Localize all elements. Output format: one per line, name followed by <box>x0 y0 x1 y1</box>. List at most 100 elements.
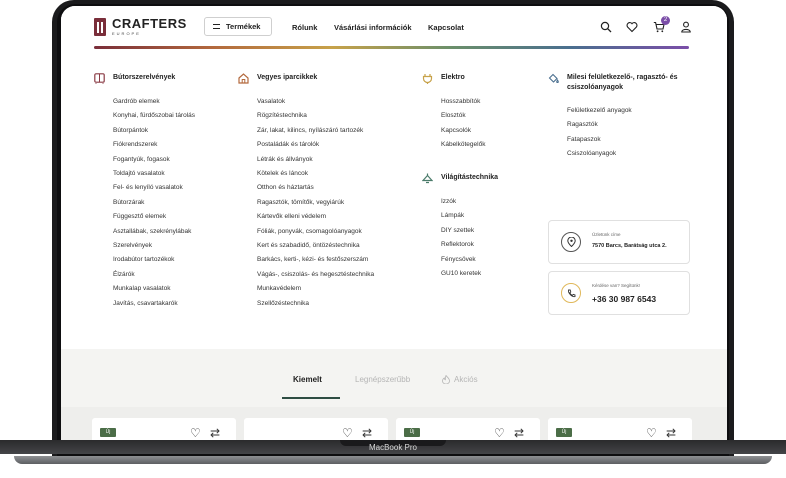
menu-item[interactable]: Fogantyúk, fogasok <box>113 153 195 167</box>
product-card[interactable]: Új ♡ ⇄ <box>548 418 692 440</box>
menu-heading[interactable]: Világítástechnika <box>422 173 498 184</box>
menu-item[interactable]: Postaládák és tárolók <box>257 138 374 152</box>
heart-icon[interactable]: ♡ <box>190 426 201 440</box>
phone-card[interactable]: Kérdése van? Segítünk! +36 30 987 6543 <box>548 271 690 315</box>
menu-icon <box>213 24 220 29</box>
menu-item[interactable]: Hosszabbítók <box>441 95 485 109</box>
menu-item[interactable]: Gardrób elemek <box>113 95 195 109</box>
menu-item[interactable]: Ragasztók, tömítők, vegyiárúk <box>257 196 374 210</box>
nav-shopping-info[interactable]: Vásárlási információk <box>334 23 412 32</box>
cabinet-icon <box>94 73 105 84</box>
menu-item[interactable]: Csiszolóanyagok <box>567 147 708 161</box>
tab-popular[interactable]: Legnépszerűbb <box>355 375 410 384</box>
heart-icon[interactable]: ♡ <box>494 426 505 440</box>
menu-heading-label: Milesi felületkezelő-, ragasztó- és csis… <box>567 74 678 91</box>
menu-item[interactable]: Vasalatok <box>257 95 374 109</box>
compare-icon[interactable]: ⇄ <box>362 426 372 440</box>
menu-item[interactable]: Munkavédelem <box>257 282 374 296</box>
laptop-frame: CRAFTERS EUROPE Termékek Rólunk Vásárlás… <box>0 0 786 478</box>
heart-icon[interactable] <box>626 21 638 33</box>
menu-item[interactable]: Asztallábak, szekrénylábak <box>113 225 195 239</box>
new-badge: Új <box>556 428 572 437</box>
screen: CRAFTERS EUROPE Termékek Rólunk Vásárlás… <box>61 6 727 440</box>
menu-heading[interactable]: Bútorszerelvények <box>94 73 195 84</box>
product-tabs: Kiemelt Legnépszerűbb Akciós <box>61 349 727 407</box>
tab-featured[interactable]: Kiemelt <box>293 375 322 384</box>
compare-icon[interactable]: ⇄ <box>666 426 676 440</box>
menu-item[interactable]: Ragasztók <box>567 118 708 132</box>
menu-item[interactable]: Függesztő elemek <box>113 210 195 224</box>
menu-item[interactable]: Zár, lakat, kilincs, nyílászáró tartozék <box>257 124 374 138</box>
menu-item[interactable]: Bútorzárak <box>113 196 195 210</box>
nav-contact[interactable]: Kapcsolat <box>428 23 464 32</box>
menu-item[interactable]: Elosztók <box>441 109 485 123</box>
menu-item[interactable]: Izzók <box>441 195 498 209</box>
active-tab-indicator <box>282 397 340 399</box>
product-card[interactable]: Új ♡ ⇄ <box>396 418 540 440</box>
menu-item[interactable]: Barkács, kerti-, kézi- és festőszerszám <box>257 253 374 267</box>
menu-item[interactable]: Konyhai, fürdőszobai tárolás <box>113 109 195 123</box>
menu-item[interactable]: Rögzítéstechnika <box>257 109 374 123</box>
menu-heading[interactable]: Vegyes iparcikkek <box>238 73 374 84</box>
compare-icon[interactable]: ⇄ <box>514 426 524 440</box>
location-pin-icon <box>561 232 581 252</box>
menu-item[interactable]: Otthon és háztartás <box>257 181 374 195</box>
menu-column-milesi: Milesi felületkezelő-, ragasztó- és csis… <box>548 73 708 162</box>
menu-item[interactable]: Javítás, csavartakarók <box>113 297 195 311</box>
menu-item[interactable]: Kapcsolók <box>441 124 485 138</box>
menu-item[interactable]: Fénycsövek <box>441 253 498 267</box>
menu-item[interactable]: Vágás-, csiszolás- és hegesztéstechnika <box>257 268 374 282</box>
phone-icon <box>561 283 581 303</box>
menu-item[interactable]: Fiókrendszerek <box>113 138 195 152</box>
menu-item[interactable]: Bútorpántok <box>113 124 195 138</box>
menu-item[interactable]: Irodabútor tartozékok <box>113 253 195 267</box>
menu-item[interactable]: Élzárók <box>113 268 195 282</box>
menu-item[interactable]: Kötelek és láncok <box>257 167 374 181</box>
menu-item[interactable]: Fel- és lenyíló vasalatok <box>113 181 195 195</box>
search-icon[interactable] <box>600 21 612 33</box>
menu-item[interactable]: Fóliák, ponyvák, csomagolóanyagok <box>257 225 374 239</box>
address-card[interactable]: Üzletünk címe 7570 Barcs, Barátság utca … <box>548 220 690 264</box>
device-label: MacBook Pro <box>368 443 418 452</box>
menu-heading-label: Világítástechnika <box>441 174 499 181</box>
tab-sale-label: Akciós <box>454 375 478 384</box>
mega-menu: Bútorszerelvények Gardrób elemek Konyhai… <box>61 49 727 349</box>
menu-item[interactable]: Lámpák <box>441 209 498 223</box>
menu-item[interactable]: DIY szettek <box>441 224 498 238</box>
compare-icon[interactable]: ⇄ <box>210 426 220 440</box>
menu-item[interactable]: Létrák és állványok <box>257 153 374 167</box>
products-menu-button[interactable]: Termékek <box>204 17 272 36</box>
menu-item[interactable]: Munkalap vasalatok <box>113 282 195 296</box>
logo-subtitle: EUROPE <box>112 31 141 36</box>
logo-icon <box>94 17 106 36</box>
logo[interactable]: CRAFTERS EUROPE <box>94 17 187 36</box>
new-badge: Új <box>100 428 116 437</box>
menu-heading-label: Elektro <box>441 74 465 81</box>
heart-icon[interactable]: ♡ <box>342 426 353 440</box>
cart-count-badge: 2 <box>661 16 670 25</box>
menu-heading[interactable]: Elektro <box>422 73 485 84</box>
heart-icon[interactable]: ♡ <box>646 426 657 440</box>
menu-item[interactable]: Szellőzéstechnika <box>257 297 374 311</box>
menu-column-furniture: Bútorszerelvények Gardrób elemek Konyhai… <box>94 73 195 311</box>
menu-heading[interactable]: Milesi felületkezelő-, ragasztó- és csis… <box>548 73 708 93</box>
menu-item[interactable]: Toldajtó vasalatok <box>113 167 195 181</box>
lamp-icon <box>422 173 433 184</box>
menu-item[interactable]: Kártevők elleni védelem <box>257 210 374 224</box>
tab-sale[interactable]: Akciós <box>442 375 478 384</box>
product-card[interactable]: ♡ ⇄ <box>244 418 388 440</box>
menu-item[interactable]: Fatapaszok <box>567 133 708 147</box>
user-icon[interactable] <box>680 21 692 33</box>
menu-item[interactable]: Kábelkötegelők <box>441 138 485 152</box>
menu-column-electro: Elektro Hosszabbítók Elosztók Kapcsolók … <box>422 73 485 153</box>
menu-item[interactable]: Szerelvények <box>113 239 195 253</box>
nav-about[interactable]: Rólunk <box>292 23 317 32</box>
plug-icon <box>422 74 433 84</box>
phone-label: Kérdése van? Segítünk! <box>592 283 641 288</box>
menu-item[interactable]: Kert és szabadidő, öntözéstechnika <box>257 239 374 253</box>
menu-item[interactable]: Reflektorok <box>441 238 498 252</box>
menu-item[interactable]: GU10 keretek <box>441 267 498 281</box>
product-card[interactable]: Új ♡ ⇄ <box>92 418 236 440</box>
address-label: Üzletünk címe <box>592 232 621 237</box>
menu-item[interactable]: Felületkezelő anyagok <box>567 104 708 118</box>
